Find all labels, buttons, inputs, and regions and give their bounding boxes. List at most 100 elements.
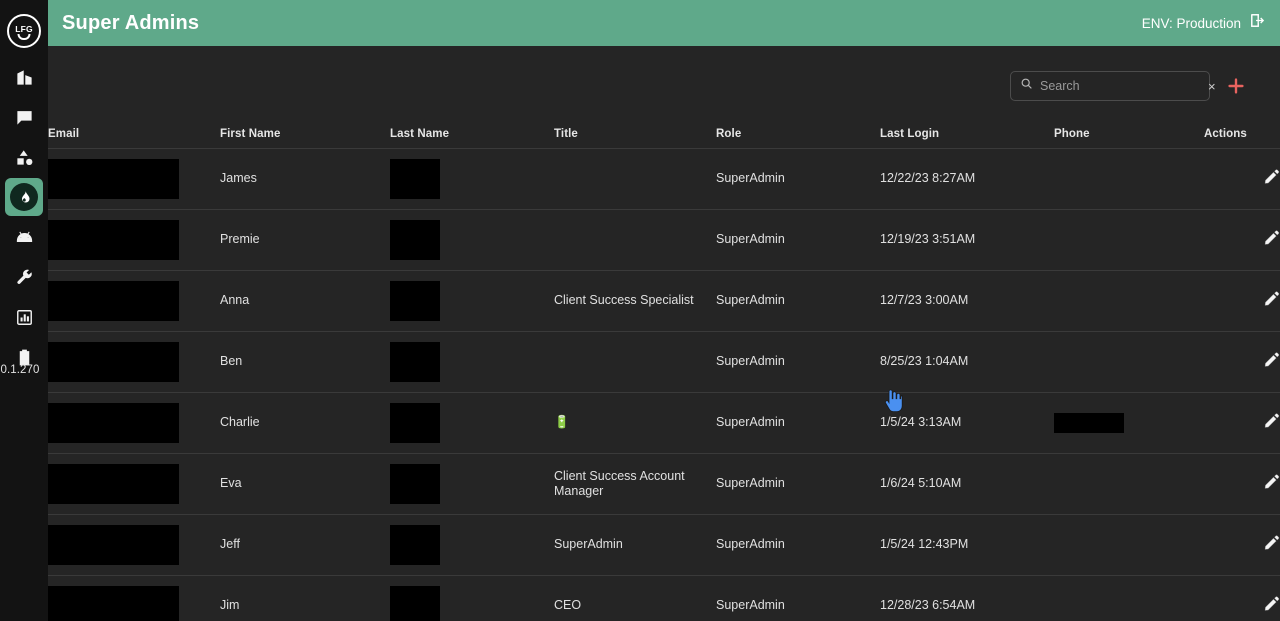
edit-pencil-icon[interactable] — [1263, 168, 1280, 189]
cell-email-wrap — [48, 209, 220, 271]
table-row[interactable]: Ben SuperAdmin 8/25/23 1:04AM — [48, 331, 1280, 393]
column-header-actions: Actions — [1204, 127, 1247, 140]
cell-actions — [1204, 392, 1280, 454]
close-icon[interactable]: × — [1208, 77, 1216, 95]
cell-email-wrap — [48, 453, 220, 515]
cell-title: SuperAdmin — [554, 514, 716, 576]
edit-pencil-icon[interactable] — [1263, 290, 1280, 311]
cell-actions — [1204, 331, 1280, 393]
env-label: ENV: Production — [1141, 15, 1241, 31]
cell-last-name-wrap — [390, 514, 554, 576]
flame-icon — [10, 183, 38, 211]
cell-last-login: 1/6/24 5:10AM — [880, 453, 1054, 515]
sidebar-item-super-admins[interactable] — [5, 178, 43, 216]
redacted-email — [48, 341, 179, 382]
table-row[interactable]: James SuperAdmin 12/22/23 8:27AM — [48, 148, 1280, 210]
redacted-last-name — [390, 585, 440, 621]
cell-first-name: Jeff — [220, 514, 390, 576]
column-header-title[interactable]: Title — [554, 126, 716, 148]
cell-role: SuperAdmin — [716, 392, 880, 454]
cell-role: SuperAdmin — [716, 453, 880, 515]
cell-phone-wrap — [1054, 148, 1204, 210]
table-toolbar: × — [48, 46, 1280, 126]
edit-pencil-icon[interactable] — [1263, 412, 1280, 433]
env-indicator[interactable]: ENV: Production — [1142, 12, 1266, 34]
wrench-icon — [15, 268, 34, 287]
cell-phone-wrap — [1054, 209, 1204, 271]
table-row[interactable]: Anna Client Success Specialist SuperAdmin 1… — [48, 270, 1280, 332]
cell-first-name: Ben — [220, 331, 390, 393]
table-row[interactable]: Eva Client Success Account Manager SuperAd… — [48, 453, 1280, 515]
cell-first-name: Premie — [220, 209, 390, 271]
cell-title: Client Success Specialist — [554, 270, 716, 332]
cell-actions — [1204, 148, 1280, 210]
redacted-email — [48, 463, 179, 504]
column-header-phone[interactable]: Phone — [1054, 126, 1204, 148]
cell-first-name: James — [220, 148, 390, 210]
super-admins-table-region[interactable]: Email First Name Last Name Title Role La… — [48, 126, 1280, 621]
redacted-email — [48, 280, 179, 321]
sidebar-item-tools[interactable] — [5, 258, 43, 296]
table-row[interactable]: Jim CEO SuperAdmin 12/28/23 6:54AM — [48, 575, 1280, 621]
cell-email-wrap — [48, 514, 220, 576]
cell-role: SuperAdmin — [716, 209, 880, 271]
cell-last-login: 8/25/23 1:04AM — [880, 331, 1054, 393]
redacted-last-name — [390, 219, 440, 260]
redacted-email — [48, 524, 179, 565]
edit-pencil-icon[interactable] — [1263, 473, 1280, 494]
search-input[interactable] — [1040, 79, 1201, 93]
table-header: Email First Name Last Name Title Role La… — [48, 126, 1280, 148]
sidebar-item-companies[interactable] — [5, 58, 43, 96]
shapes-icon — [15, 148, 34, 167]
cell-first-name: Eva — [220, 453, 390, 515]
column-header-email[interactable]: Email — [48, 126, 220, 148]
table-row[interactable]: Charlie 🔋 SuperAdmin 1/5/24 3:13AM — [48, 392, 1280, 454]
cell-phone-wrap — [1054, 514, 1204, 576]
sidebar-item-reports[interactable] — [5, 298, 43, 336]
edit-pencil-icon[interactable] — [1263, 229, 1280, 250]
cell-title: 🔋 — [554, 392, 716, 454]
logout-icon[interactable] — [1249, 12, 1266, 34]
table-row[interactable]: Premie SuperAdmin 12/19/23 3:51AM — [48, 209, 1280, 271]
main-content: Super Admins ENV: Production Search × Em… — [48, 0, 1280, 621]
redacted-last-name — [390, 463, 440, 504]
cell-first-name: Charlie — [220, 392, 390, 454]
cell-last-name-wrap — [390, 392, 554, 454]
sidebar-item-bots[interactable] — [5, 218, 43, 256]
cell-last-name-wrap — [390, 331, 554, 393]
cell-email-wrap — [48, 392, 220, 454]
top-header-bar: Super Admins ENV: Production — [48, 0, 1280, 46]
column-header-last-name[interactable]: Last Name — [390, 126, 554, 148]
edit-pencil-icon[interactable] — [1263, 595, 1280, 616]
redacted-email — [48, 158, 179, 199]
cell-first-name: Jim — [220, 575, 390, 621]
cell-phone-wrap — [1054, 331, 1204, 393]
column-header-first-name[interactable]: First Name — [220, 126, 390, 148]
version-label: 0.1.270 — [0, 364, 40, 376]
column-header-last-login[interactable]: Last Login — [880, 126, 1054, 148]
cell-actions — [1204, 209, 1280, 271]
column-header-role[interactable]: Role — [716, 126, 880, 148]
edit-pencil-icon[interactable] — [1263, 534, 1280, 555]
cell-actions — [1204, 575, 1280, 621]
cell-last-login: 12/22/23 8:27AM — [880, 148, 1054, 210]
cell-role: SuperAdmin — [716, 148, 880, 210]
cell-title — [554, 331, 716, 393]
search-box[interactable]: × — [1010, 71, 1216, 101]
super-admins-table: Email First Name Last Name Title Role La… — [48, 126, 1280, 621]
add-super-admin-button[interactable] — [1224, 74, 1248, 98]
sidebar-item-shapes[interactable] — [5, 138, 43, 176]
table-row[interactable]: Jeff SuperAdmin SuperAdmin 1/5/24 12:43PM — [48, 514, 1280, 576]
app-logo[interactable]: LFG — [5, 12, 43, 50]
logo-smile-arc — [17, 34, 31, 40]
cell-email-wrap — [48, 331, 220, 393]
sidebar-item-messages[interactable] — [5, 98, 43, 136]
cell-role: SuperAdmin — [716, 270, 880, 332]
cell-role: SuperAdmin — [716, 331, 880, 393]
cell-email-wrap — [48, 148, 220, 210]
redacted-email — [48, 402, 179, 443]
edit-pencil-icon[interactable] — [1263, 351, 1280, 372]
cell-last-login: 12/7/23 3:00AM — [880, 270, 1054, 332]
cell-title: CEO — [554, 575, 716, 621]
search-icon — [1020, 77, 1033, 95]
